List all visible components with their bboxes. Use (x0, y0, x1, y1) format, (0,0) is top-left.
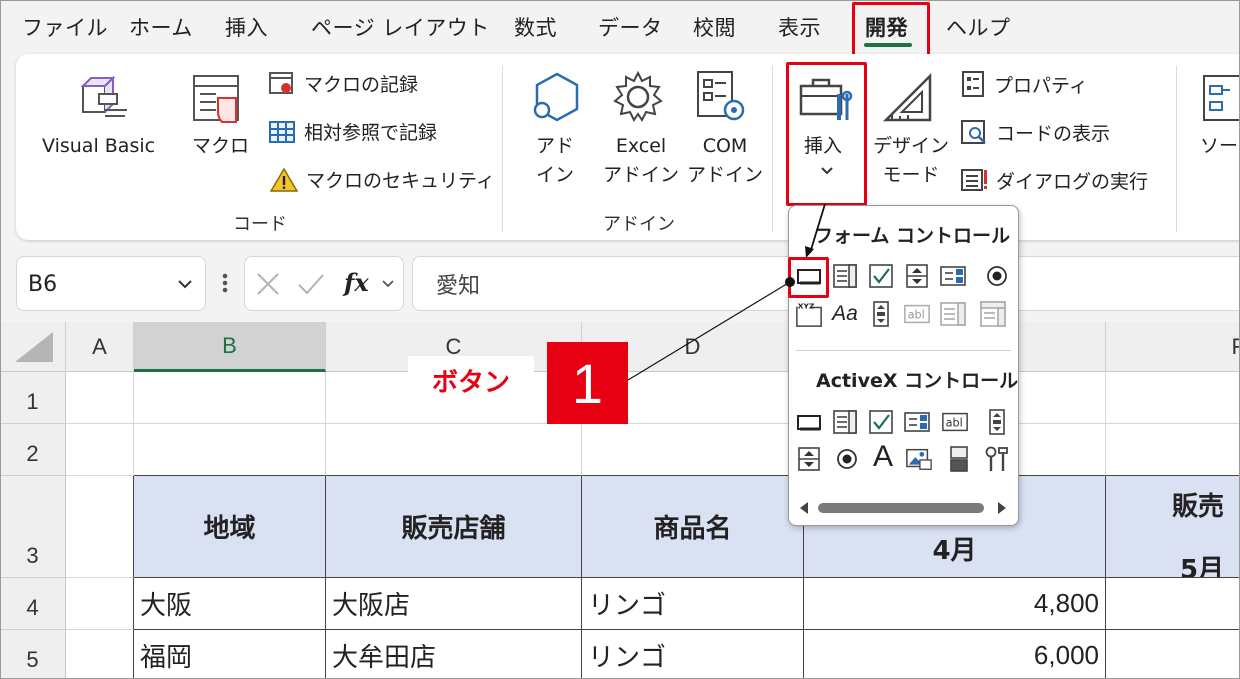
annotation-arrows (627, 203, 826, 381)
